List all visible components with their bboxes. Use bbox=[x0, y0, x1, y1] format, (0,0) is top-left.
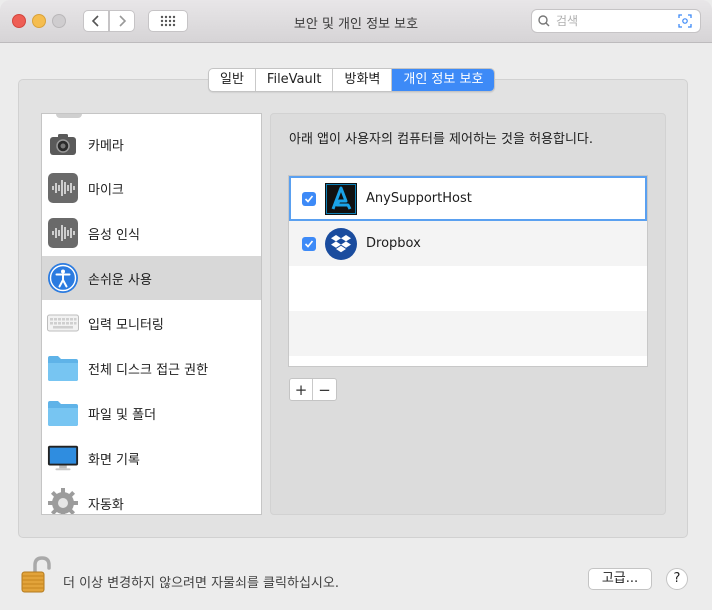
sidebar-item-automation[interactable]: 자동화 bbox=[42, 481, 261, 514]
sidebar-item-camera[interactable]: 카메라 bbox=[42, 122, 261, 166]
sidebar-item-full-disk-access[interactable]: 전체 디스크 접근 권한 bbox=[42, 346, 261, 390]
sidebar-item-microphone[interactable]: 마이크 bbox=[42, 166, 261, 210]
checkmark-icon bbox=[304, 194, 314, 203]
speech-recognition-icon bbox=[47, 217, 79, 249]
app-name: AnySupportHost bbox=[366, 191, 472, 206]
app-list[interactable]: AnySupportHost Dropbox bbox=[288, 175, 648, 367]
lock-button[interactable] bbox=[20, 556, 54, 594]
app-name: Dropbox bbox=[366, 236, 421, 251]
sidebar-item-label: 입력 모니터링 bbox=[88, 317, 164, 333]
empty-row bbox=[289, 311, 647, 356]
search-input[interactable] bbox=[554, 13, 668, 29]
sidebar-item-label: 손쉬운 사용 bbox=[88, 272, 152, 288]
sidebar-item-label: 파일 및 폴더 bbox=[88, 407, 157, 423]
scan-icon[interactable] bbox=[678, 14, 692, 28]
camera-icon bbox=[47, 128, 79, 160]
search-field[interactable] bbox=[531, 9, 701, 33]
app-row-dropbox[interactable]: Dropbox bbox=[289, 221, 647, 266]
add-app-button[interactable]: + bbox=[290, 379, 313, 400]
app-row-anysupporthost[interactable]: AnySupportHost bbox=[289, 176, 647, 221]
search-icon bbox=[538, 15, 550, 27]
accessibility-icon bbox=[47, 262, 79, 294]
sidebar-item-label: 전체 디스크 접근 권한 bbox=[88, 362, 209, 378]
sidebar-item-input-monitoring[interactable]: 입력 모니터링 bbox=[42, 301, 261, 345]
sidebar-item-files-and-folders[interactable]: 파일 및 폴더 bbox=[42, 391, 261, 435]
tab-privacy[interactable]: 개인 정보 보호 bbox=[392, 69, 495, 91]
dropbox-icon bbox=[325, 227, 357, 260]
folder-icon bbox=[47, 397, 79, 429]
sidebar-item-label: 자동화 bbox=[88, 497, 124, 513]
tab-firewall[interactable]: 방화벽 bbox=[333, 69, 393, 91]
tab-general[interactable]: 일반 bbox=[209, 69, 256, 91]
tab-filevault[interactable]: FileVault bbox=[256, 69, 334, 91]
keyboard-icon bbox=[47, 307, 79, 339]
help-button[interactable]: ? bbox=[666, 568, 688, 590]
app-checkbox[interactable] bbox=[302, 236, 316, 251]
sidebar-item-screen-recording[interactable]: 화면 기록 bbox=[42, 436, 261, 480]
privacy-category-list[interactable]: 카메라 마이크 음성 인식 손쉬운 사용 입력 모니터링 전체 디스크 접근 권… bbox=[41, 113, 262, 515]
permission-description: 아래 앱이 사용자의 컴퓨터를 제어하는 것을 허용합니다. bbox=[289, 132, 594, 147]
microphone-icon bbox=[47, 172, 79, 204]
remove-app-button[interactable]: − bbox=[313, 379, 336, 400]
sidebar-item-speech-recognition[interactable]: 음성 인식 bbox=[42, 211, 261, 255]
advanced-button[interactable]: 고급... bbox=[588, 568, 652, 590]
preferences-window: 보안 및 개인 정보 보호 일반 FileVault 방화벽 개인 정보 보호 … bbox=[0, 0, 712, 610]
anysupport-icon bbox=[325, 182, 357, 215]
checkmark-icon bbox=[304, 239, 314, 248]
scrolled-item-icon bbox=[56, 114, 82, 118]
gear-icon bbox=[47, 487, 79, 514]
display-icon bbox=[47, 442, 79, 474]
folder-icon bbox=[47, 352, 79, 384]
sidebar-item-label: 음성 인식 bbox=[88, 227, 140, 243]
title-bar: 보안 및 개인 정보 보호 bbox=[0, 0, 712, 43]
tab-bar: 일반 FileVault 방화벽 개인 정보 보호 bbox=[208, 68, 496, 92]
sidebar-item-label: 카메라 bbox=[88, 138, 124, 154]
lock-message: 더 이상 변경하지 않으려면 자물쇠를 클릭하십시오. bbox=[63, 576, 339, 591]
empty-row bbox=[289, 266, 647, 311]
unlocked-padlock-icon bbox=[21, 556, 51, 593]
sidebar-item-accessibility[interactable]: 손쉬운 사용 bbox=[42, 256, 261, 300]
app-checkbox[interactable] bbox=[302, 191, 316, 206]
sidebar-item-label: 화면 기록 bbox=[88, 452, 140, 468]
sidebar-item-label: 마이크 bbox=[88, 182, 124, 198]
add-remove-buttons: + − bbox=[289, 378, 337, 401]
